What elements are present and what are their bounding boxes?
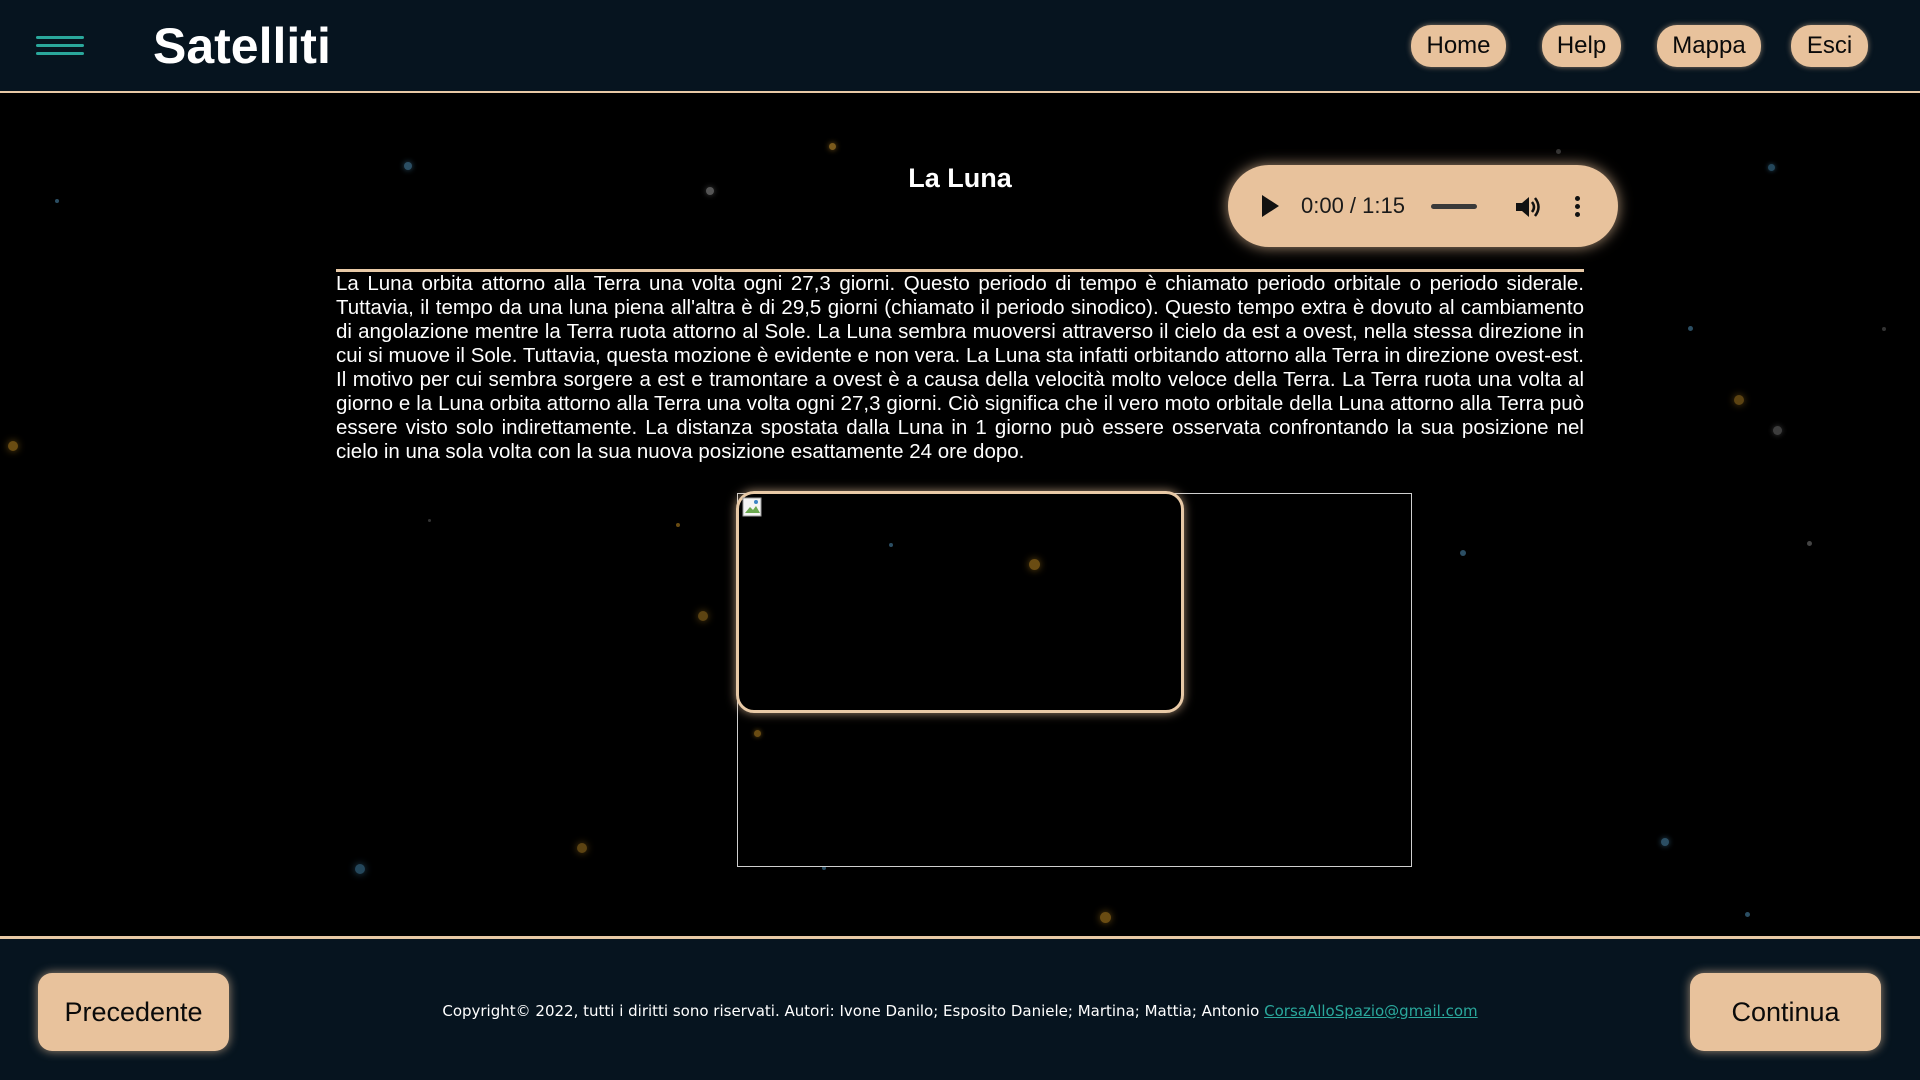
- audio-progress-slider[interactable]: [1431, 204, 1477, 209]
- more-options-icon[interactable]: [1573, 194, 1581, 220]
- play-icon[interactable]: [1262, 195, 1279, 217]
- star: [404, 162, 412, 170]
- copyright: Copyright© 2022, tutti i diritti sono ri…: [300, 1001, 1620, 1021]
- star: [698, 611, 708, 621]
- star: [1745, 912, 1750, 917]
- page: Satelliti Home Help Mappa Esci La Luna 0…: [0, 0, 1920, 1080]
- star: [1100, 912, 1111, 923]
- star: [1773, 426, 1782, 435]
- hamburger-menu-icon[interactable]: [36, 33, 84, 59]
- broken-image-icon: [742, 497, 762, 517]
- star: [1882, 327, 1886, 331]
- dot: [1575, 204, 1580, 209]
- star: [1768, 164, 1775, 171]
- star: [1807, 541, 1812, 546]
- copyright-text: Copyright© 2022, tutti i diritti sono ri…: [442, 1002, 1260, 1020]
- star: [1556, 149, 1561, 154]
- previous-button[interactable]: Precedente: [38, 973, 229, 1051]
- star: [8, 441, 18, 451]
- star: [1734, 395, 1744, 405]
- footer: Precedente Copyright© 2022, tutti i diri…: [0, 936, 1920, 1080]
- star: [676, 523, 680, 527]
- top-bar: Satelliti Home Help Mappa Esci: [0, 0, 1920, 93]
- nav-exit-button[interactable]: Esci: [1791, 25, 1868, 67]
- star: [1688, 326, 1693, 331]
- star: [55, 199, 59, 203]
- dot: [1575, 212, 1580, 217]
- nav-map-button[interactable]: Mappa: [1657, 25, 1761, 67]
- page-title: La Luna: [908, 163, 1012, 193]
- article-text: La Luna orbita attorno alla Terra una vo…: [336, 272, 1584, 463]
- moon-image: [736, 491, 1184, 713]
- star: [428, 519, 431, 522]
- star: [577, 843, 587, 853]
- email-link[interactable]: CorsaAlloSpazio@gmail.com: [1264, 1002, 1478, 1020]
- hamburger-line: [36, 36, 84, 39]
- nav-home-button[interactable]: Home: [1411, 25, 1506, 67]
- audio-time: 0:00 / 1:15: [1301, 193, 1405, 218]
- nav-help-button[interactable]: Help: [1542, 25, 1621, 67]
- continue-button[interactable]: Continua: [1690, 973, 1881, 1051]
- hamburger-line: [36, 44, 84, 47]
- star: [355, 864, 365, 874]
- star: [829, 143, 836, 150]
- dot: [1575, 196, 1580, 201]
- volume-icon[interactable]: [1514, 194, 1542, 220]
- star: [1460, 550, 1466, 556]
- hamburger-line: [36, 52, 84, 55]
- app-title: Satelliti: [153, 18, 331, 74]
- audio-controls: 0:00 / 1:15: [1228, 165, 1618, 247]
- star: [706, 187, 714, 195]
- star: [1661, 838, 1669, 846]
- audio-player: 0:00 / 1:15: [1228, 165, 1618, 247]
